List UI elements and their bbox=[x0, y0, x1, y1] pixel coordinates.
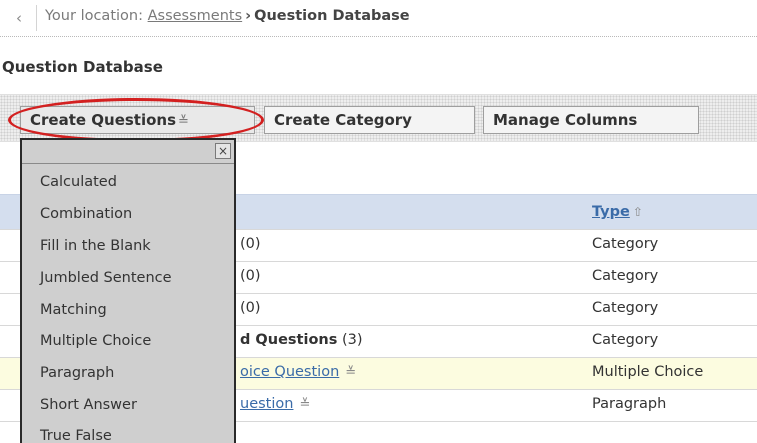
menu-item-paragraph[interactable]: Paragraph bbox=[40, 365, 114, 381]
breadcrumb-divider bbox=[36, 5, 37, 31]
sort-ascending-icon: ⇧ bbox=[632, 205, 643, 219]
row-name: d Questions (3) bbox=[240, 332, 363, 348]
menu-item-short-answer[interactable]: Short Answer bbox=[40, 397, 137, 413]
row-type: Category bbox=[592, 268, 659, 284]
row-menu-icon[interactable]: ≚ bbox=[345, 365, 356, 380]
menu-item-fill-in-the-blank[interactable]: Fill in the Blank bbox=[40, 238, 151, 254]
menu-item-matching[interactable]: Matching bbox=[40, 302, 107, 318]
row-name: (0) bbox=[240, 300, 261, 316]
menu-item-true-false[interactable]: True False bbox=[40, 428, 112, 443]
question-link[interactable]: uestion bbox=[240, 396, 293, 412]
type-column-header[interactable]: Type ⇧ bbox=[592, 204, 643, 220]
row-name: uestion ≚ bbox=[240, 396, 310, 412]
menu-item-jumbled-sentence[interactable]: Jumbled Sentence bbox=[40, 270, 172, 286]
row-count: (0) bbox=[240, 268, 261, 284]
row-type: Multiple Choice bbox=[592, 364, 704, 380]
menu-caret-icon: ≚ bbox=[178, 114, 189, 129]
row-name-bold: d Questions bbox=[240, 332, 338, 348]
close-icon[interactable]: × bbox=[215, 143, 231, 159]
menu-item-calculated[interactable]: Calculated bbox=[40, 174, 117, 190]
breadcrumb: Your location: Assessments › Question Data… bbox=[45, 8, 410, 24]
row-name: (0) bbox=[240, 268, 261, 284]
row-count: (0) bbox=[240, 236, 261, 252]
create-questions-menu: × Calculated Combination Fill in the Bla… bbox=[20, 138, 236, 443]
create-questions-label: Create Questions bbox=[30, 111, 177, 129]
toolbar: Create Questions ≚ Create Category Manage… bbox=[0, 94, 757, 142]
question-link[interactable]: oice Question bbox=[240, 364, 339, 380]
manage-columns-button[interactable]: Manage Columns bbox=[483, 106, 699, 134]
row-type: Category bbox=[592, 236, 659, 252]
breadcrumb-prefix: Your location: bbox=[45, 8, 143, 24]
row-menu-icon[interactable]: ≚ bbox=[299, 397, 310, 412]
row-name: (0) bbox=[240, 236, 261, 252]
row-type: Category bbox=[592, 332, 659, 348]
create-category-button[interactable]: Create Category bbox=[264, 106, 475, 134]
row-type: Paragraph bbox=[592, 396, 667, 412]
menu-item-multiple-choice[interactable]: Multiple Choice bbox=[40, 333, 151, 349]
breadcrumb-separator: › bbox=[245, 8, 252, 24]
breadcrumb-link-assessments[interactable]: Assessments bbox=[148, 8, 243, 24]
menu-divider bbox=[22, 163, 234, 164]
chevron-left-icon[interactable]: ‹ bbox=[10, 9, 28, 27]
row-type: Category bbox=[592, 300, 659, 316]
create-questions-button[interactable]: Create Questions ≚ bbox=[20, 106, 255, 134]
breadcrumb-bar: ‹ Your location: Assessments › Question Da… bbox=[0, 0, 757, 37]
row-count: (3) bbox=[341, 332, 363, 348]
page-title: Question Database bbox=[2, 58, 163, 76]
type-header-label: Type bbox=[592, 204, 630, 220]
breadcrumb-current: Question Database bbox=[254, 8, 410, 24]
row-count: (0) bbox=[240, 300, 261, 316]
row-name: oice Question ≚ bbox=[240, 364, 356, 380]
menu-item-combination[interactable]: Combination bbox=[40, 206, 132, 222]
